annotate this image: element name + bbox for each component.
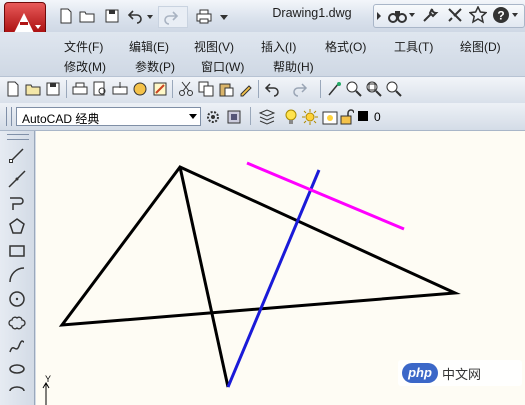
- plot-icon[interactable]: [196, 8, 212, 24]
- layer-thaw-sun-icon[interactable]: [302, 109, 318, 125]
- zoom-window-icon[interactable]: [366, 81, 382, 97]
- menu-help[interactable]: 帮助(H): [273, 58, 314, 75]
- construction-line-icon[interactable]: [8, 170, 26, 188]
- customize-quick-access-icon[interactable]: [220, 13, 228, 21]
- circle-tool-icon[interactable]: [8, 290, 26, 308]
- layer-properties-manager-icon[interactable]: [258, 109, 276, 125]
- menu-draw[interactable]: 绘图(D): [460, 38, 501, 55]
- customize-workspace-icon[interactable]: [226, 109, 242, 125]
- expand-arrow-icon[interactable]: [376, 11, 382, 21]
- layer-color-swatch[interactable]: [358, 111, 368, 121]
- redo-button[interactable]: [158, 6, 188, 28]
- menu-insert[interactable]: 插入(I): [261, 38, 296, 55]
- polygon-tool-icon[interactable]: [8, 218, 26, 236]
- save-toolbar-icon[interactable]: [45, 81, 61, 97]
- toolbar-separator: [258, 80, 259, 98]
- match-properties-icon[interactable]: [238, 81, 254, 97]
- binoculars-icon[interactable]: [388, 8, 408, 24]
- menu-tools[interactable]: 工具(T): [394, 38, 433, 55]
- plot-toolbar-icon[interactable]: [72, 81, 88, 97]
- help-icon[interactable]: ?: [492, 6, 510, 24]
- 3d-dwf-icon[interactable]: [132, 81, 148, 97]
- toolbar-separator: [250, 107, 251, 125]
- layer-viewport-sun-icon[interactable]: [322, 109, 338, 125]
- layer-on-bulb-icon[interactable]: [284, 109, 298, 125]
- design-center-icon[interactable]: [152, 81, 168, 97]
- paste-icon[interactable]: [218, 81, 234, 97]
- toolbar-separator: [66, 80, 67, 98]
- workspace-settings-gear-icon[interactable]: [205, 109, 221, 125]
- layer-color-fill: [358, 111, 368, 121]
- magenta-line[interactable]: [246, 161, 405, 231]
- chevron-down-icon: [35, 25, 41, 29]
- svg-text:?: ?: [497, 9, 504, 23]
- chevron-down-icon: [189, 114, 197, 119]
- toolbar-grip[interactable]: [7, 134, 29, 140]
- zoom-realtime-icon[interactable]: [346, 81, 362, 97]
- redo-toolbar-icon[interactable]: [292, 81, 308, 97]
- blue-line[interactable]: [226, 169, 321, 388]
- menu-edit[interactable]: 编辑(E): [129, 38, 169, 55]
- menu-view[interactable]: 视图(V): [194, 38, 234, 55]
- new-file-icon[interactable]: [58, 8, 74, 24]
- search-dropdown-icon[interactable]: [409, 12, 415, 18]
- pan-icon[interactable]: [326, 81, 342, 97]
- undo-dropdown-icon[interactable]: [147, 14, 153, 20]
- wrench-icon[interactable]: [421, 6, 439, 24]
- watermark-logo: php: [402, 363, 438, 383]
- spline-tool-icon[interactable]: [8, 338, 26, 356]
- polyline-tool-icon[interactable]: [8, 194, 26, 212]
- document-title: Drawing1.dwg: [272, 6, 352, 20]
- publish-icon[interactable]: [112, 81, 128, 97]
- help-dropdown-icon[interactable]: [512, 12, 518, 18]
- open-folder-icon[interactable]: [79, 8, 95, 24]
- black-line[interactable]: [178, 166, 230, 388]
- rectangle-tool-icon[interactable]: [8, 242, 26, 260]
- copy-icon[interactable]: [198, 81, 214, 97]
- menu-window[interactable]: 窗口(W): [201, 58, 244, 75]
- ellipse-tool-icon[interactable]: [8, 360, 26, 378]
- save-icon[interactable]: [104, 8, 120, 24]
- line-tool-icon[interactable]: [8, 146, 26, 164]
- plot-preview-icon[interactable]: [92, 81, 108, 97]
- triangle-outline[interactable]: [58, 165, 461, 327]
- toolbar-separator: [172, 80, 173, 98]
- watermark: php 中文网: [398, 360, 522, 386]
- menu-modify[interactable]: 修改(M): [64, 58, 106, 75]
- menu-file[interactable]: 文件(F): [64, 38, 103, 55]
- ucs-y-axis-label: Y: [45, 374, 52, 384]
- undo-toolbar-icon[interactable]: [264, 81, 280, 97]
- workspace-selected-value: AutoCAD 经典: [22, 112, 100, 126]
- revision-cloud-icon[interactable]: [8, 314, 26, 332]
- layer-unlock-icon[interactable]: [340, 109, 354, 125]
- menu-parametric[interactable]: 参数(P): [135, 58, 175, 75]
- redo-icon: [164, 11, 179, 25]
- arc-tool-icon[interactable]: [8, 266, 26, 284]
- qnew-icon[interactable]: [5, 81, 21, 97]
- communication-center-icon[interactable]: [446, 6, 464, 24]
- undo-icon[interactable]: [127, 8, 143, 24]
- workspace-dropdown[interactable]: AutoCAD 经典: [16, 107, 201, 126]
- toolbar-separator: [320, 80, 321, 98]
- zoom-previous-icon[interactable]: [386, 81, 402, 97]
- watermark-text: 中文网: [442, 367, 482, 382]
- menu-format[interactable]: 格式(O): [325, 38, 366, 55]
- current-layer-name[interactable]: 0: [374, 110, 381, 124]
- favorites-star-icon[interactable]: [469, 6, 487, 24]
- toolbar-grip[interactable]: [6, 107, 12, 126]
- cut-icon[interactable]: [178, 81, 194, 97]
- ellipse-arc-tool-icon[interactable]: [8, 382, 26, 400]
- open-icon[interactable]: [25, 81, 41, 97]
